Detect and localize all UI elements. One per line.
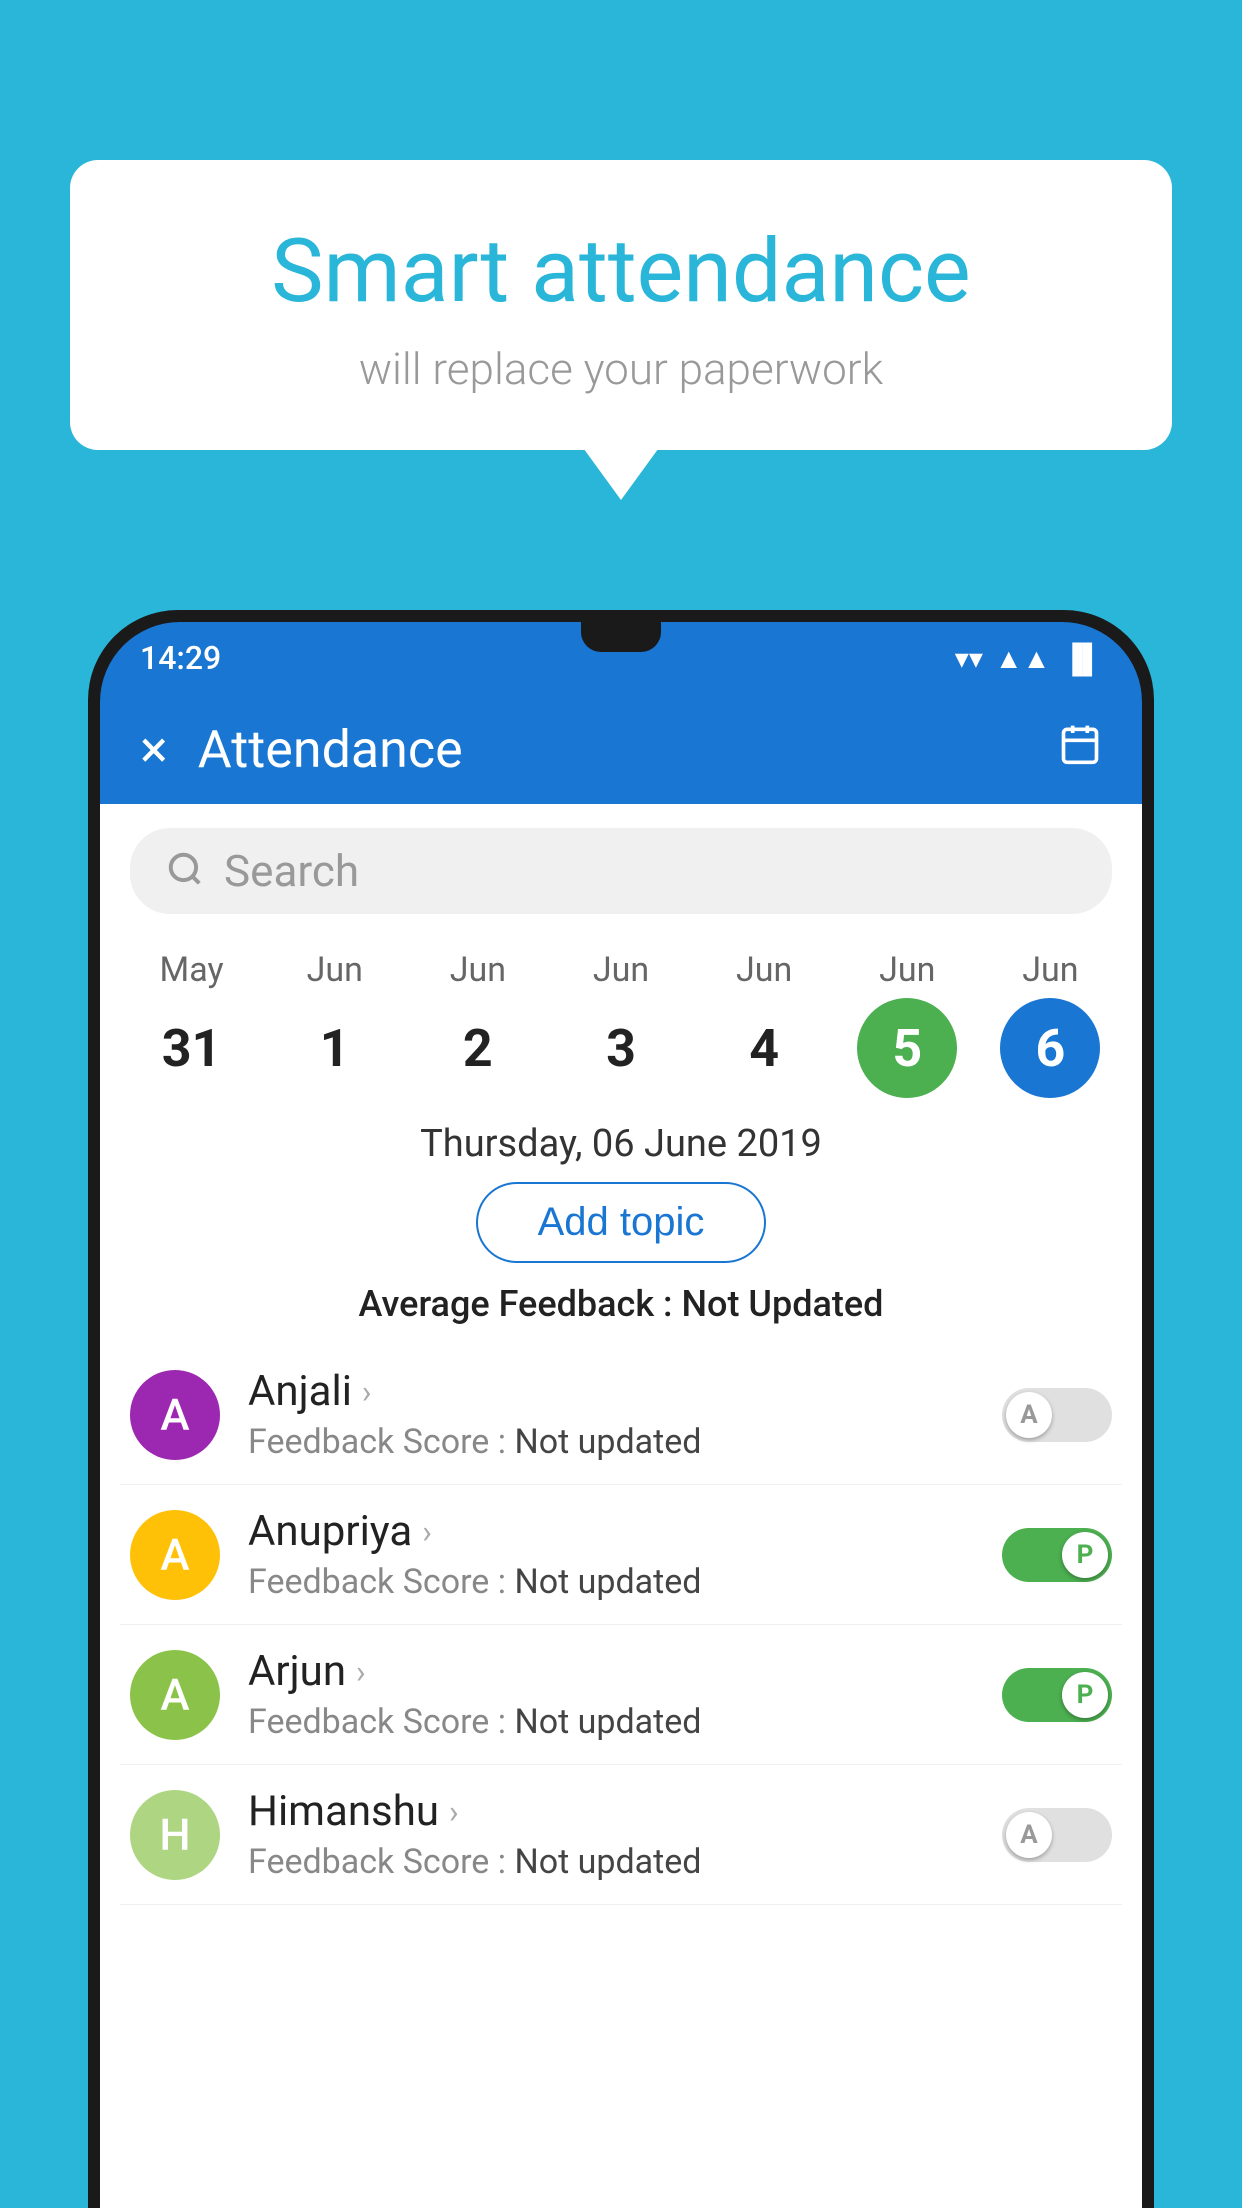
feedback-value: Not updated [514,1422,701,1462]
cal-date[interactable]: 6 [1000,998,1100,1098]
calendar-day[interactable]: May 31 [127,950,257,1098]
feedback-value: Not updated [514,1562,701,1602]
search-icon [166,850,204,892]
attendance-toggle[interactable]: A [1002,1388,1112,1442]
student-info: Anupriya › Feedback Score : Not updated [248,1507,974,1602]
feedback-value: Not updated [514,1842,701,1882]
cal-date[interactable]: 3 [571,998,671,1098]
toggle-knob: A [1006,1812,1052,1858]
speech-bubble: Smart attendance will replace your paper… [70,160,1172,450]
app-bar: × Attendance [100,694,1142,804]
student-feedback: Feedback Score : Not updated [248,1562,974,1602]
notch [581,622,661,652]
phone-inner: 14:29 ▾▾ ▲▲ ▐▌ × Attendance [100,622,1142,2208]
screen-content: Search May 31 Jun 1 Jun 2 Jun 3 Jun 4 Jun 5 Jun 6 Thu… [100,804,1142,2208]
attendance-toggle[interactable]: P [1002,1528,1112,1582]
app-title: Attendance [198,719,1028,780]
cal-month: Jun [879,950,935,990]
student-avatar: H [130,1790,220,1880]
toggle-knob: P [1062,1532,1108,1578]
status-bar: 14:29 ▾▾ ▲▲ ▐▌ [100,622,1142,694]
toggle-container[interactable]: A [1002,1388,1112,1442]
cal-date[interactable]: 4 [714,998,814,1098]
chevron-icon: › [362,1373,372,1411]
chevron-icon: › [449,1793,459,1831]
calendar-icon[interactable] [1058,721,1102,778]
calendar-day[interactable]: Jun 3 [556,950,686,1098]
speech-bubble-title: Smart attendance [150,220,1092,323]
cal-date[interactable]: 2 [428,998,528,1098]
feedback-value: Not updated [514,1702,701,1742]
student-info: Anjali › Feedback Score : Not updated [248,1367,974,1462]
cal-month: Jun [450,950,506,990]
student-avatar: A [130,1510,220,1600]
toggle-container[interactable]: P [1002,1528,1112,1582]
cal-month: Jun [1022,950,1078,990]
cal-month: Jun [307,950,363,990]
toggle-knob: P [1062,1672,1108,1718]
student-name: Himanshu › [248,1787,974,1836]
student-row[interactable]: A Anjali › Feedback Score : Not updated A [120,1345,1122,1485]
speech-bubble-subtitle: will replace your paperwork [150,343,1092,395]
calendar-strip: May 31 Jun 1 Jun 2 Jun 3 Jun 4 Jun 5 Jun 6 [100,934,1142,1098]
chevron-icon: › [422,1513,432,1551]
attendance-toggle[interactable]: A [1002,1808,1112,1862]
student-row[interactable]: A Arjun › Feedback Score : Not updated P [120,1625,1122,1765]
search-bar[interactable]: Search [130,828,1112,914]
student-list: AAnjali ›Feedback Score : Not updatedAAA… [100,1345,1142,1905]
student-name: Anjali › [248,1367,974,1416]
calendar-day[interactable]: Jun 5 [842,950,972,1098]
phone-frame: 14:29 ▾▾ ▲▲ ▐▌ × Attendance [88,610,1154,2208]
calendar-day[interactable]: Jun 1 [270,950,400,1098]
attendance-toggle[interactable]: P [1002,1668,1112,1722]
student-row[interactable]: H Himanshu › Feedback Score : Not updated A [120,1765,1122,1905]
student-feedback: Feedback Score : Not updated [248,1702,974,1742]
cal-month: Jun [736,950,792,990]
status-time: 14:29 [140,639,221,677]
toggle-knob: A [1006,1392,1052,1438]
close-button[interactable]: × [140,719,168,780]
cal-date[interactable]: 1 [285,998,385,1098]
student-name: Arjun › [248,1647,974,1696]
toggle-container[interactable]: A [1002,1808,1112,1862]
wifi-icon: ▾▾ [955,642,983,675]
cal-date[interactable]: 31 [142,998,242,1098]
signal-icon: ▲▲ [995,642,1050,675]
calendar-day[interactable]: Jun 2 [413,950,543,1098]
selected-date-label: Thursday, 06 June 2019 [100,1122,1142,1166]
student-info: Arjun › Feedback Score : Not updated [248,1647,974,1742]
student-feedback: Feedback Score : Not updated [248,1842,974,1882]
calendar-day[interactable]: Jun 6 [985,950,1115,1098]
avg-feedback: Average Feedback : Not Updated [100,1283,1142,1325]
avg-feedback-label: Average Feedback : [359,1283,682,1325]
calendar-day[interactable]: Jun 4 [699,950,829,1098]
student-avatar: A [130,1370,220,1460]
toggle-container[interactable]: P [1002,1668,1112,1722]
student-row[interactable]: A Anupriya › Feedback Score : Not updated P [120,1485,1122,1625]
cal-date[interactable]: 5 [857,998,957,1098]
student-feedback: Feedback Score : Not updated [248,1422,974,1462]
cal-month: May [160,950,224,990]
battery-icon: ▐▌ [1062,642,1102,675]
search-placeholder: Search [224,845,359,897]
student-info: Himanshu › Feedback Score : Not updated [248,1787,974,1882]
chevron-icon: › [356,1653,366,1691]
add-topic-button[interactable]: Add topic [476,1182,767,1263]
speech-bubble-container: Smart attendance will replace your paper… [70,160,1172,450]
avg-feedback-value: Not Updated [682,1283,884,1325]
student-avatar: A [130,1650,220,1740]
cal-month: Jun [593,950,649,990]
student-name: Anupriya › [248,1507,974,1556]
status-icons: ▾▾ ▲▲ ▐▌ [955,642,1102,675]
